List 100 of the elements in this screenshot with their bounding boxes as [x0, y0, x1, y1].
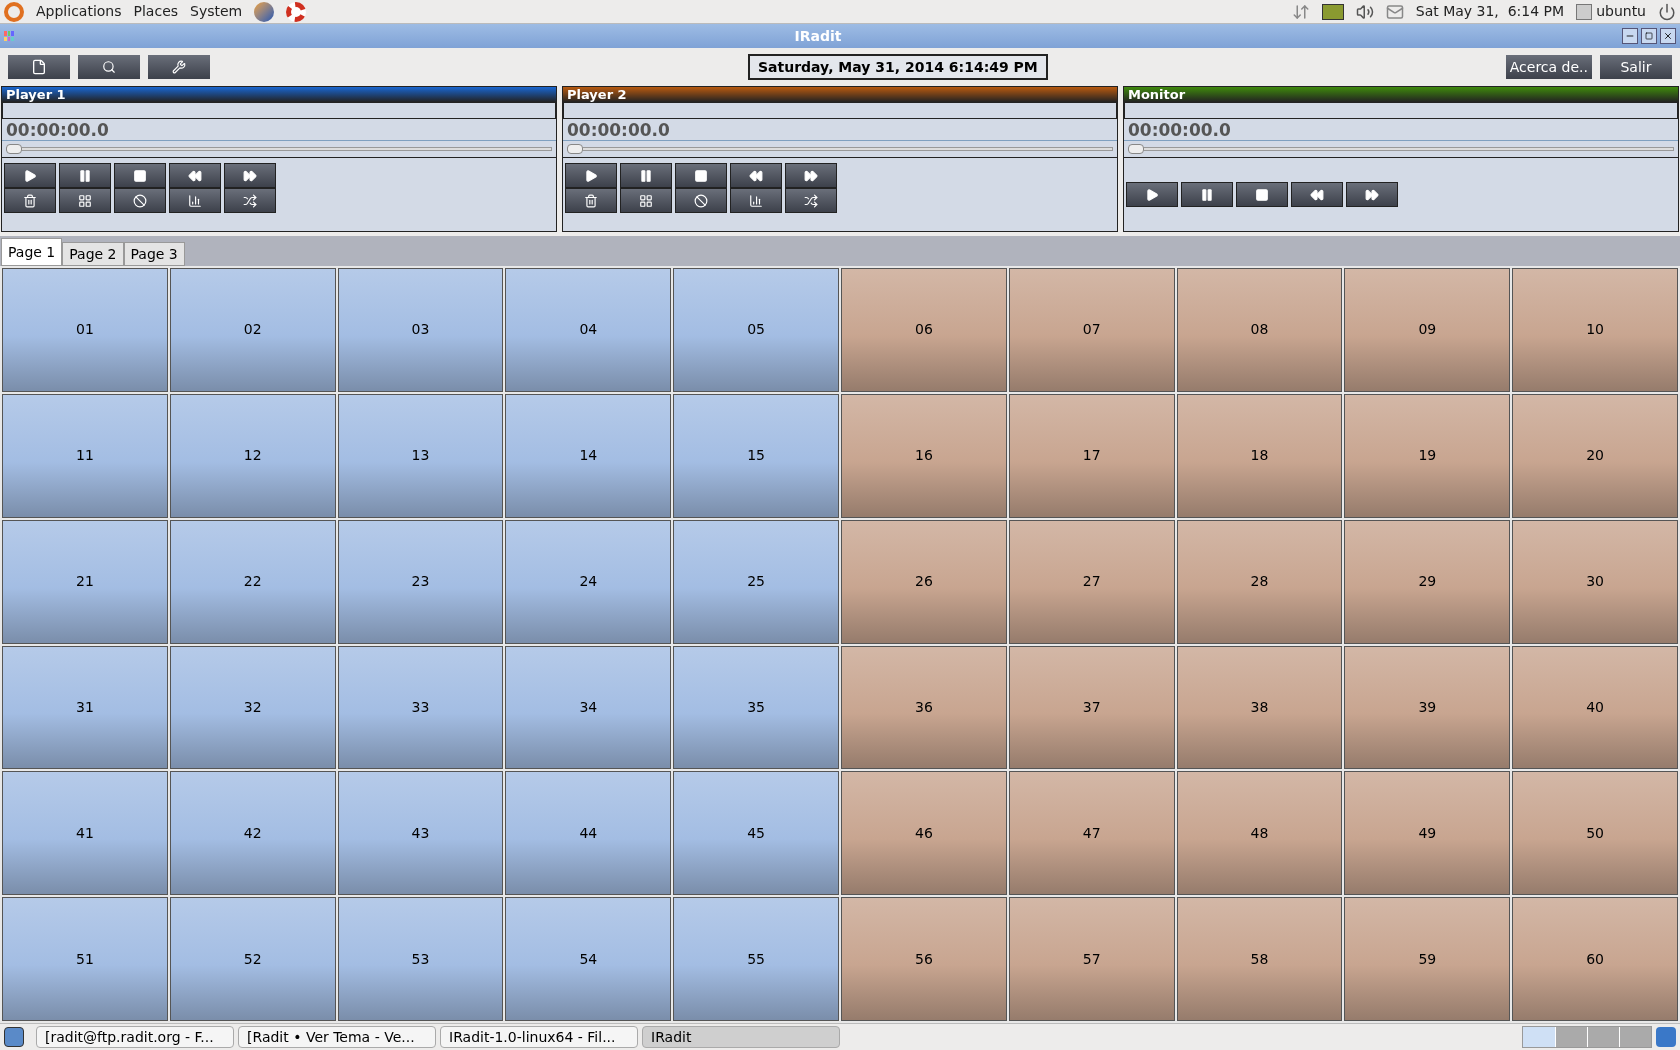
taskbar-item[interactable]: IRadit-1.0-linux64 - Fil...	[440, 1026, 638, 1048]
sound-pad[interactable]: 43	[337, 771, 504, 896]
file-button[interactable]	[8, 55, 70, 79]
sound-pad[interactable]: 41	[2, 771, 168, 896]
sound-pad[interactable]: 52	[169, 897, 336, 1021]
sound-pad[interactable]: 42	[169, 771, 336, 896]
sound-pad[interactable]: 40	[1512, 645, 1678, 770]
sound-pad[interactable]: 08	[1176, 268, 1343, 392]
slider-thumb[interactable]	[1128, 144, 1144, 154]
sound-pad[interactable]: 55	[673, 897, 839, 1021]
level-button[interactable]	[169, 188, 221, 213]
slider-thumb[interactable]	[567, 144, 583, 154]
stop-button[interactable]	[1236, 182, 1288, 207]
sound-pad[interactable]: 26	[841, 519, 1007, 644]
shuffle-button[interactable]	[224, 188, 276, 213]
rewind-button[interactable]	[730, 163, 782, 188]
sound-pad[interactable]: 58	[1176, 897, 1343, 1021]
sound-pad[interactable]: 22	[169, 519, 336, 644]
shuffle-button[interactable]	[785, 188, 837, 213]
sound-pad[interactable]: 01	[2, 268, 168, 392]
panel-menu[interactable]: Applications	[36, 1, 122, 22]
fast-forward-button[interactable]	[1346, 182, 1398, 207]
sound-pad[interactable]: 59	[1344, 897, 1511, 1021]
sound-pad[interactable]: 14	[505, 393, 672, 518]
sound-pad[interactable]: 44	[505, 771, 672, 896]
sound-pad[interactable]: 32	[169, 645, 336, 770]
grid-button[interactable]	[59, 188, 111, 213]
slider-thumb[interactable]	[6, 144, 22, 154]
volume-icon[interactable]	[1355, 2, 1374, 21]
sound-pad[interactable]: 27	[1008, 519, 1175, 644]
sound-pad[interactable]: 09	[1344, 268, 1511, 392]
sound-pad[interactable]: 10	[1512, 268, 1678, 392]
maximize-button[interactable]	[1641, 28, 1657, 44]
sound-pad[interactable]: 51	[2, 897, 168, 1021]
cancel-button[interactable]	[114, 188, 166, 213]
exit-button[interactable]: Salir	[1600, 55, 1672, 79]
sound-pad[interactable]: 21	[2, 519, 168, 644]
fast-forward-button[interactable]	[785, 163, 837, 188]
fast-forward-button[interactable]	[224, 163, 276, 188]
page-tab[interactable]: Page 3	[123, 242, 185, 266]
sound-pad[interactable]: 11	[2, 393, 168, 518]
sound-pad[interactable]: 19	[1344, 393, 1511, 518]
lifebuoy-icon[interactable]	[286, 1, 307, 22]
tools-button[interactable]	[148, 55, 210, 79]
stop-button[interactable]	[114, 163, 166, 188]
sound-pad[interactable]: 36	[841, 645, 1007, 770]
play-button[interactable]	[1126, 182, 1178, 207]
play-button[interactable]	[565, 163, 617, 188]
sound-pad[interactable]: 56	[841, 897, 1007, 1021]
sound-pad[interactable]: 23	[337, 519, 504, 644]
sound-pad[interactable]: 17	[1008, 393, 1175, 518]
sound-pad[interactable]: 31	[2, 645, 168, 770]
about-button[interactable]: Acerca de..	[1505, 55, 1592, 79]
sound-pad[interactable]: 28	[1176, 519, 1343, 644]
network-icon[interactable]	[1291, 2, 1310, 21]
mail-icon[interactable]	[1385, 2, 1404, 21]
sound-pad[interactable]: 35	[673, 645, 839, 770]
sound-pad[interactable]: 39	[1344, 645, 1511, 770]
sound-pad[interactable]: 15	[673, 393, 839, 518]
sound-pad[interactable]: 49	[1344, 771, 1511, 896]
level-button[interactable]	[730, 188, 782, 213]
cancel-button[interactable]	[675, 188, 727, 213]
close-button[interactable]	[1660, 28, 1676, 44]
grid-button[interactable]	[620, 188, 672, 213]
panel-clock[interactable]: Sat May 31, 6:14 PM	[1415, 1, 1565, 22]
sound-pad[interactable]: 33	[337, 645, 504, 770]
sound-pad[interactable]: 37	[1008, 645, 1175, 770]
sound-pad[interactable]: 38	[1176, 645, 1343, 770]
sound-pad[interactable]: 02	[169, 268, 336, 392]
delete-button[interactable]	[565, 188, 617, 213]
position-slider[interactable]	[6, 141, 552, 157]
sound-pad[interactable]: 07	[1008, 268, 1175, 392]
sound-pad[interactable]: 05	[673, 268, 839, 392]
sound-pad[interactable]: 46	[841, 771, 1007, 896]
sound-pad[interactable]: 57	[1008, 897, 1175, 1021]
position-slider[interactable]	[1128, 141, 1674, 157]
panel-menu[interactable]: Places	[133, 1, 179, 22]
sound-pad[interactable]: 29	[1344, 519, 1511, 644]
sound-pad[interactable]: 06	[841, 268, 1007, 392]
sound-pad[interactable]: 04	[505, 268, 672, 392]
pause-button[interactable]	[59, 163, 111, 188]
sound-pad[interactable]: 16	[841, 393, 1007, 518]
sound-pad[interactable]: 54	[505, 897, 672, 1021]
user-name[interactable]: ubuntu	[1596, 1, 1646, 22]
pause-button[interactable]	[620, 163, 672, 188]
power-icon[interactable]	[1658, 2, 1676, 21]
sound-pad[interactable]: 48	[1176, 771, 1343, 896]
taskbar-item[interactable]: IRadit	[642, 1026, 840, 1048]
sound-pad[interactable]: 60	[1512, 897, 1678, 1021]
page-tab[interactable]: Page 1	[1, 238, 63, 266]
panel-menu[interactable]: System	[190, 1, 243, 22]
sound-pad[interactable]: 03	[337, 268, 504, 392]
sound-pad[interactable]: 24	[505, 519, 672, 644]
position-slider[interactable]	[567, 141, 1113, 157]
rewind-button[interactable]	[1291, 182, 1343, 207]
sound-pad[interactable]: 13	[337, 393, 504, 518]
delete-button[interactable]	[4, 188, 56, 213]
stop-button[interactable]	[675, 163, 727, 188]
workspace-switcher[interactable]	[1522, 1026, 1652, 1048]
page-tab[interactable]: Page 2	[62, 242, 124, 266]
